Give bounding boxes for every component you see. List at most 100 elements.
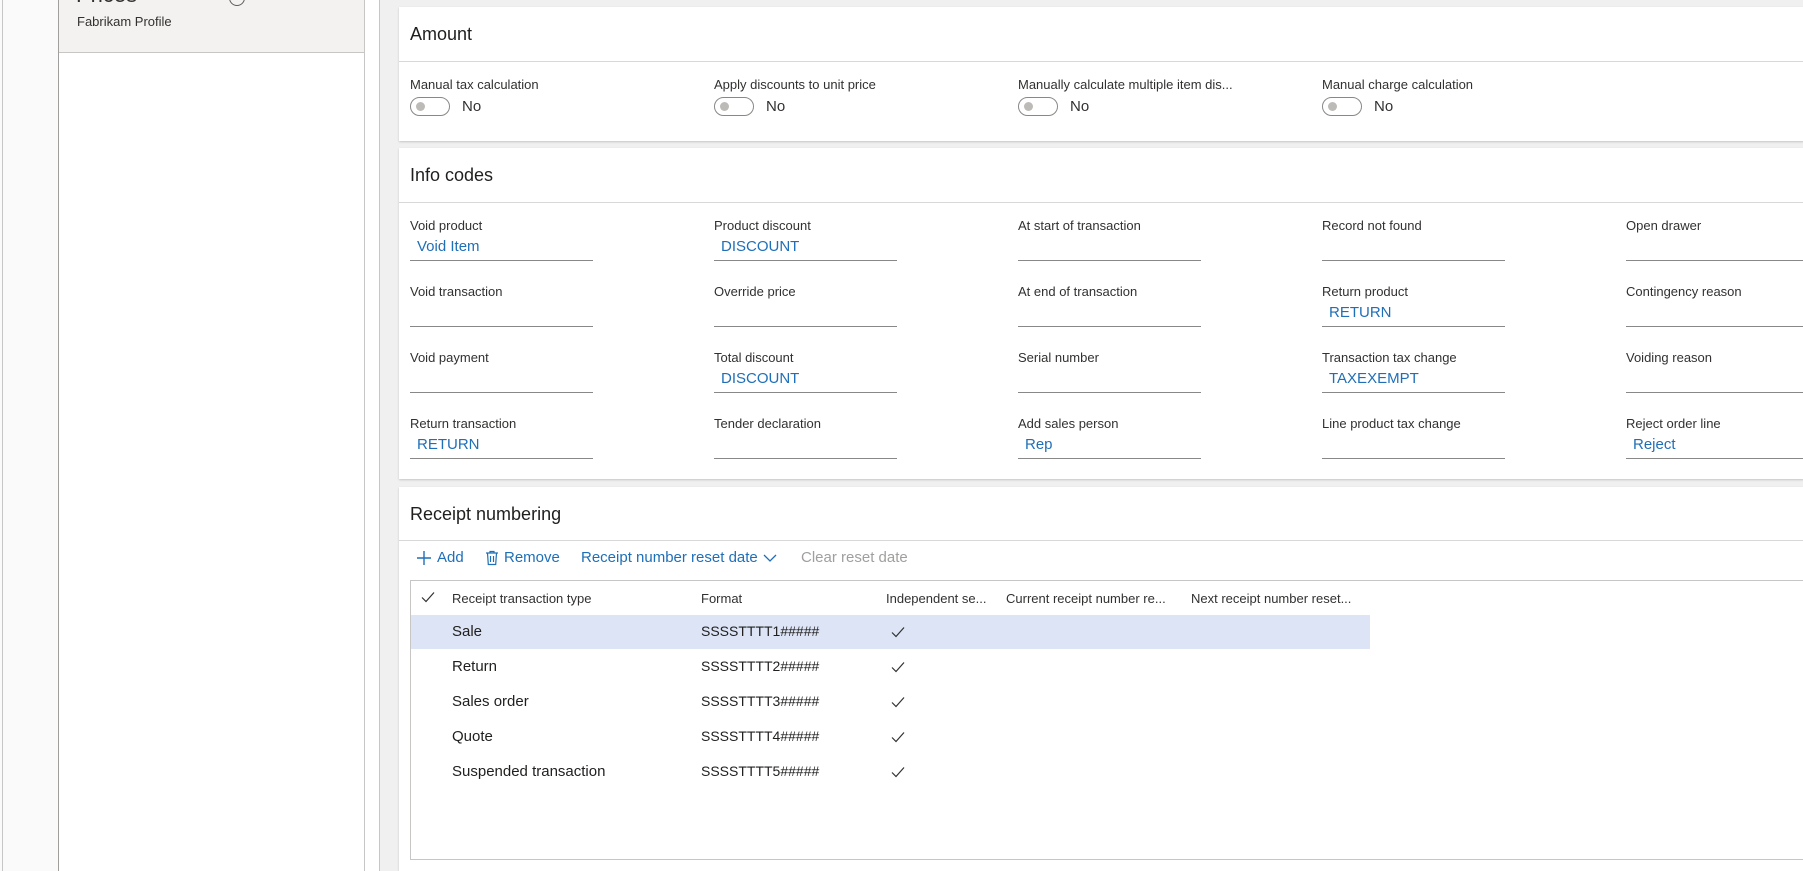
- manual-charge-calculation-label: Manual charge calculation: [1322, 77, 1474, 92]
- reset-date-menu-label: Receipt number reset date: [581, 549, 758, 566]
- receipt-number-reset-date-menu[interactable]: Receipt number reset date: [581, 549, 777, 566]
- add-button[interactable]: Add: [416, 549, 464, 566]
- receipt-numbering-grid: Receipt transaction type Format Independ…: [410, 580, 1803, 860]
- total-discount-field[interactable]: DISCOUNT: [714, 367, 897, 393]
- trash-icon: [486, 550, 498, 565]
- remove-button-label: Remove: [504, 549, 560, 566]
- profile-card[interactable]: Prices Fabrikam Profile: [59, 0, 364, 53]
- transaction-tax-change-label: Transaction tax change: [1322, 350, 1457, 365]
- open-drawer-field[interactable]: [1626, 235, 1803, 261]
- remove-button[interactable]: Remove: [485, 549, 560, 566]
- checkmark-icon[interactable]: [890, 659, 906, 675]
- at-start-of-transaction-label: At start of transaction: [1018, 218, 1141, 233]
- at-start-of-transaction-field[interactable]: [1018, 235, 1201, 261]
- column-header-next-receipt-number-reset[interactable]: Next receipt number reset...: [1191, 591, 1371, 606]
- profile-title: Prices: [76, 0, 137, 8]
- line-product-tax-change-label: Line product tax change: [1322, 416, 1461, 431]
- manual-tax-calculation-label: Manual tax calculation: [410, 77, 539, 92]
- apply-discounts-value: No: [766, 98, 786, 115]
- return-product-value[interactable]: RETURN: [1329, 304, 1392, 321]
- cell-transaction-type: Sale: [452, 623, 483, 640]
- checkmark-icon[interactable]: [890, 729, 906, 745]
- section-title-receipt-numbering[interactable]: Receipt numbering: [410, 504, 561, 525]
- line-product-tax-change-field[interactable]: [1322, 433, 1505, 459]
- reject-order-line-label: Reject order line: [1626, 416, 1721, 431]
- checkmark-icon[interactable]: [890, 694, 906, 710]
- void-payment-field[interactable]: [410, 367, 593, 393]
- checkmark-icon[interactable]: [890, 764, 906, 780]
- section-divider: [399, 202, 1803, 203]
- manual-multi-item-discount-toggle[interactable]: [1018, 97, 1058, 116]
- table-row[interactable]: Suspended transaction SSSSTTTT5#####: [411, 755, 1370, 789]
- section-title-info-codes[interactable]: Info codes: [410, 165, 493, 186]
- cell-format: SSSSTTTT4#####: [701, 728, 820, 744]
- transaction-tax-change-value[interactable]: TAXEXEMPT: [1329, 370, 1419, 387]
- app-rail: [0, 0, 59, 871]
- column-header-format[interactable]: Format: [701, 591, 742, 606]
- table-row[interactable]: Sale SSSSTTTT1#####: [411, 615, 1370, 649]
- add-sales-person-field[interactable]: Rep: [1018, 433, 1201, 459]
- manual-tax-calculation-toggle[interactable]: [410, 97, 450, 116]
- apply-discounts-toggle[interactable]: [714, 97, 754, 116]
- void-product-value[interactable]: Void Item: [417, 238, 480, 255]
- cell-transaction-type: Suspended transaction: [452, 763, 606, 780]
- column-header-independent-sequence[interactable]: Independent se...: [886, 591, 996, 606]
- add-sales-person-value[interactable]: Rep: [1025, 436, 1053, 453]
- checkmark-icon[interactable]: [890, 624, 906, 640]
- reject-order-line-value[interactable]: Reject: [1633, 436, 1676, 453]
- chevron-down-icon: [763, 554, 777, 562]
- add-sales-person-label: Add sales person: [1018, 416, 1119, 431]
- profile-subtitle: Fabrikam Profile: [77, 14, 172, 29]
- profile-list-panel: Prices Fabrikam Profile: [59, 0, 365, 871]
- cell-transaction-type: Quote: [452, 728, 493, 745]
- void-transaction-field[interactable]: [410, 301, 593, 327]
- cell-format: SSSSTTTT2#####: [701, 658, 820, 674]
- details-pane: Amount Manual tax calculation No Apply d…: [379, 0, 1803, 871]
- apply-discounts-label: Apply discounts to unit price: [714, 77, 876, 92]
- contingency-reason-field[interactable]: [1626, 301, 1803, 327]
- cell-format: SSSSTTTT1#####: [701, 623, 820, 639]
- receipt-numbering-section: Receipt numbering Add Remove Receipt num…: [399, 487, 1803, 871]
- product-discount-label: Product discount: [714, 218, 811, 233]
- manual-tax-calculation-value: No: [462, 98, 482, 115]
- at-end-of-transaction-field[interactable]: [1018, 301, 1201, 327]
- clear-reset-date-label: Clear reset date: [801, 549, 908, 566]
- column-header-receipt-transaction-type[interactable]: Receipt transaction type: [452, 591, 591, 606]
- manual-multi-item-discount-label: Manually calculate multiple item dis...: [1018, 77, 1233, 92]
- voiding-reason-field[interactable]: [1626, 367, 1803, 393]
- record-not-found-field[interactable]: [1322, 235, 1505, 261]
- record-not-found-label: Record not found: [1322, 218, 1422, 233]
- open-drawer-label: Open drawer: [1626, 218, 1702, 233]
- return-transaction-value[interactable]: RETURN: [417, 436, 480, 453]
- return-transaction-field[interactable]: RETURN: [410, 433, 593, 459]
- clear-reset-date-button[interactable]: Clear reset date: [801, 549, 908, 566]
- product-discount-field[interactable]: DISCOUNT: [714, 235, 897, 261]
- product-discount-value[interactable]: DISCOUNT: [721, 238, 799, 255]
- cell-format: SSSSTTTT3#####: [701, 693, 820, 709]
- return-product-label: Return product: [1322, 284, 1408, 299]
- add-button-label: Add: [437, 549, 464, 566]
- reject-order-line-field[interactable]: Reject: [1626, 433, 1803, 459]
- void-product-field[interactable]: Void Item: [410, 235, 593, 261]
- table-row[interactable]: Sales order SSSSTTTT3#####: [411, 685, 1370, 719]
- info-codes-section: Info codes Void product Void Item Produc…: [399, 148, 1803, 479]
- table-row[interactable]: Quote SSSSTTTT4#####: [411, 720, 1370, 754]
- plus-icon: [417, 550, 431, 565]
- manual-charge-calculation-value: No: [1374, 98, 1394, 115]
- tender-declaration-field[interactable]: [714, 433, 897, 459]
- contingency-reason-label: Contingency reason: [1626, 284, 1742, 299]
- manual-charge-calculation-toggle[interactable]: [1322, 97, 1362, 116]
- override-price-field[interactable]: [714, 301, 897, 327]
- transaction-tax-change-field[interactable]: TAXEXEMPT: [1322, 367, 1505, 393]
- grid-header: Receipt transaction type Format Independ…: [411, 581, 1803, 613]
- serial-number-field[interactable]: [1018, 367, 1201, 393]
- total-discount-label: Total discount: [714, 350, 794, 365]
- section-title-amount[interactable]: Amount: [410, 24, 472, 45]
- column-header-current-receipt-number-reset[interactable]: Current receipt number re...: [1006, 591, 1181, 606]
- select-all-checkmark-icon[interactable]: [420, 589, 436, 605]
- return-product-field[interactable]: RETURN: [1322, 301, 1505, 327]
- amount-section: Amount Manual tax calculation No Apply d…: [399, 7, 1803, 141]
- section-divider: [399, 61, 1803, 62]
- table-row[interactable]: Return SSSSTTTT2#####: [411, 650, 1370, 684]
- total-discount-value[interactable]: DISCOUNT: [721, 370, 799, 387]
